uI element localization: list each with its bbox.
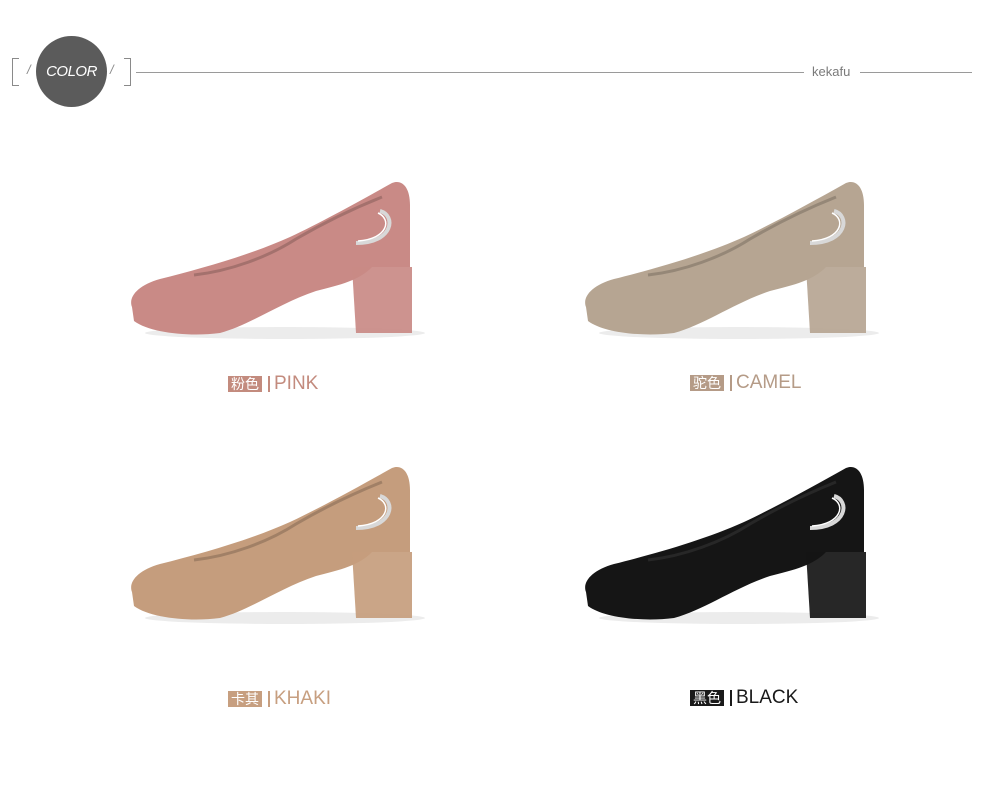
pump-shoe-icon <box>585 181 879 339</box>
header: / COLOR / kekafu <box>0 0 990 120</box>
right-bracket-icon <box>124 58 131 86</box>
product-caption: 卡其 KHAKI <box>228 688 331 710</box>
product-card-camel: 驼色 CAMEL <box>574 175 884 405</box>
pump-shoe-icon <box>131 181 425 339</box>
product-card-pink: 粉色 PINK <box>120 175 430 405</box>
header-divider-line <box>136 72 804 73</box>
caption-separator <box>268 691 270 707</box>
color-name-en: KHAKI <box>274 688 332 709</box>
pump-shoe-icon <box>585 466 879 624</box>
left-bracket-icon <box>12 58 19 86</box>
color-name-en: PINK <box>274 373 319 394</box>
pump-shoe-icon <box>131 466 425 624</box>
color-name-cn: 卡其 <box>228 691 262 707</box>
product-caption: 黑色 BLACK <box>690 687 798 709</box>
color-badge-label: COLOR <box>46 63 97 80</box>
caption-separator <box>730 690 732 706</box>
color-name-en: BLACK <box>736 687 799 708</box>
color-name-cn: 粉色 <box>228 376 262 392</box>
header-divider-line-end <box>860 72 972 73</box>
brand-name: kekafu <box>812 64 851 79</box>
product-caption: 粉色 PINK <box>228 373 318 395</box>
bracket-slash-right: / <box>110 62 114 77</box>
product-caption: 驼色 CAMEL <box>690 372 801 394</box>
color-name-cn: 驼色 <box>690 375 724 391</box>
product-card-khaki: 卡其 KHAKI <box>120 460 430 722</box>
caption-separator <box>730 375 732 391</box>
color-badge: COLOR <box>36 36 107 107</box>
caption-separator <box>268 376 270 392</box>
product-card-black: 黑色 BLACK <box>574 460 884 722</box>
color-name-en: CAMEL <box>736 372 802 393</box>
bracket-slash-left: / <box>27 62 31 77</box>
color-name-cn: 黑色 <box>690 690 724 706</box>
